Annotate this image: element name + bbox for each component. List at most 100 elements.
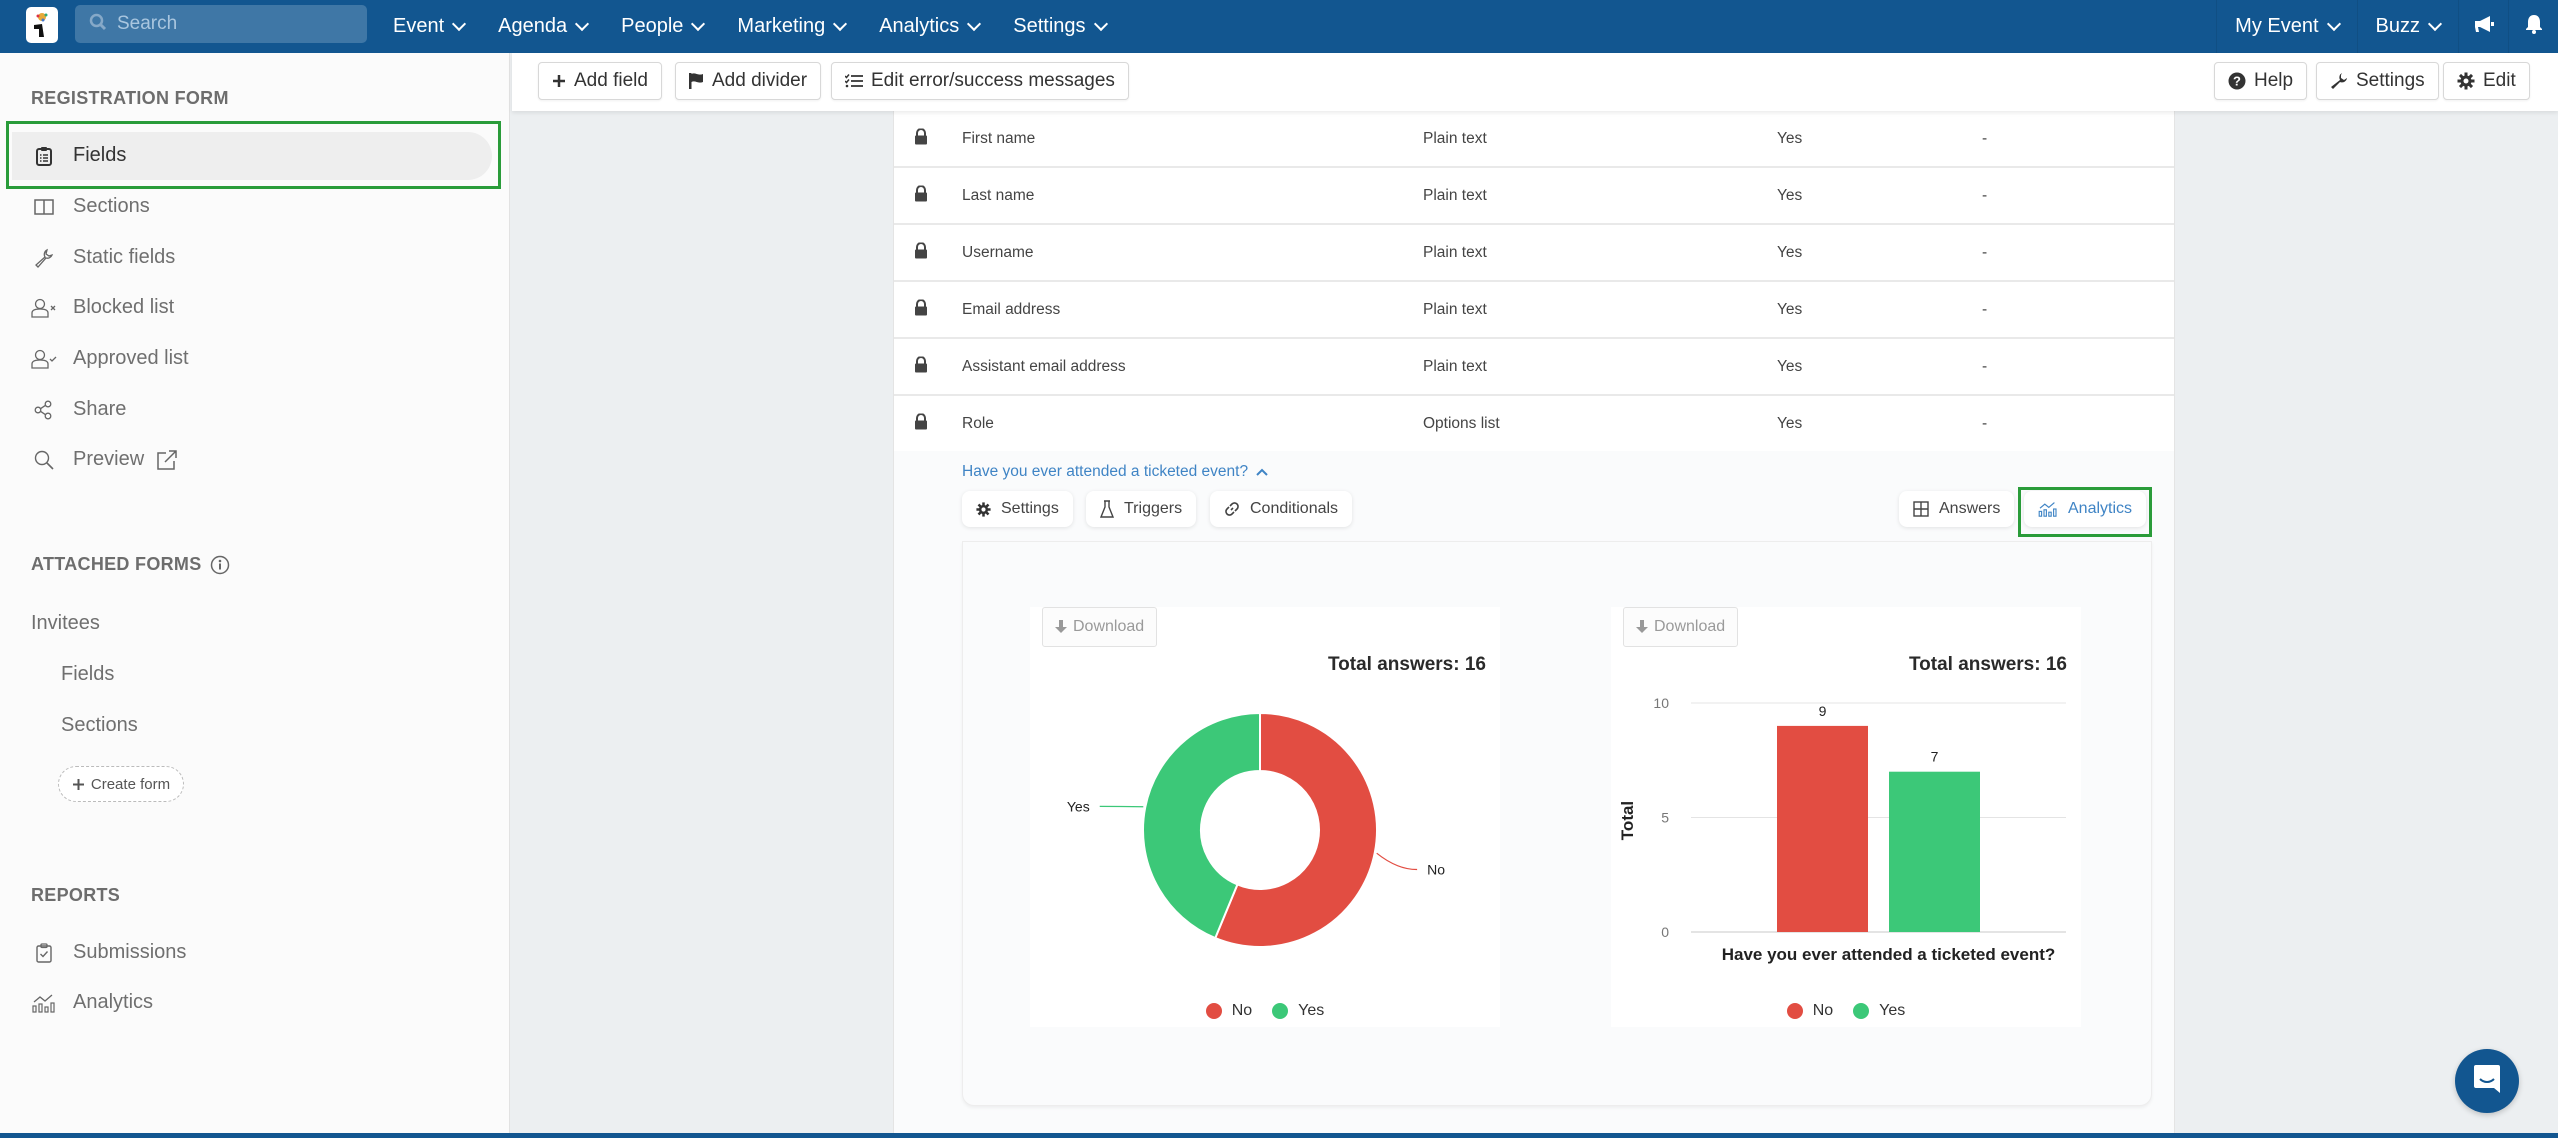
field-name: Last name: [962, 186, 1035, 204]
clipboard-check-icon: [31, 942, 57, 963]
list-check-icon: [845, 74, 863, 88]
create-form-button[interactable]: Create form: [58, 766, 184, 802]
legend-dot-no: [1786, 1003, 1803, 1019]
slice-label: Yes: [1067, 798, 1090, 814]
fields-panel: First name Plain text Yes - Last name Plain t…: [893, 111, 2175, 1133]
app-logo[interactable]: [26, 7, 58, 43]
table-row[interactable]: Username Plain text Yes -: [894, 225, 2174, 282]
field-name: Email address: [962, 300, 1061, 318]
tab-label: Settings: [1001, 500, 1059, 517]
add-field-button[interactable]: Add field: [538, 62, 662, 100]
wrench-icon: [31, 248, 57, 268]
sidebar-item-approved-list[interactable]: Approved list: [31, 347, 189, 370]
search-input[interactable]: [117, 13, 337, 35]
registration-form-heading: REGISTRATION FORM: [31, 88, 229, 108]
attached-form-invitees[interactable]: Invitees: [31, 612, 100, 635]
bar-value-label: 9: [1819, 703, 1827, 719]
nav-label: Analytics: [879, 15, 960, 37]
field-extra: -: [1982, 414, 1988, 432]
table-row[interactable]: First name Plain text Yes -: [894, 111, 2174, 168]
sidebar-item-analytics[interactable]: Analytics: [31, 991, 153, 1014]
legend-item-no[interactable]: No: [1786, 1002, 1834, 1020]
add-field-label: Add field: [574, 70, 648, 91]
top-navigation: Event Agenda People Marketing Analytics …: [0, 0, 2558, 53]
attached-form-label: Invitees: [31, 612, 100, 634]
sidebar-item-fields[interactable]: Fields: [31, 144, 126, 167]
info-icon[interactable]: [210, 555, 230, 575]
field-name: First name: [962, 129, 1036, 147]
nav-marketing[interactable]: Marketing: [737, 15, 848, 38]
nav-people[interactable]: People: [621, 15, 706, 38]
announcements-button[interactable]: [2458, 0, 2508, 53]
question-toggle[interactable]: Have you ever attended a ticketed event?: [962, 463, 1268, 481]
nav-settings[interactable]: Settings: [1013, 15, 1108, 38]
attached-item-fields[interactable]: Fields: [61, 663, 114, 686]
attached-item-sections[interactable]: Sections: [61, 714, 138, 737]
sidebar-item-sections[interactable]: Sections: [31, 195, 150, 218]
flask-icon: [1100, 500, 1114, 518]
lock-icon: [914, 412, 928, 434]
nav-analytics[interactable]: Analytics: [879, 15, 982, 38]
table-row[interactable]: Email address Plain text Yes -: [894, 282, 2174, 339]
reports-heading: REPORTS: [31, 885, 121, 905]
y-tick-label: 5: [1661, 810, 1669, 826]
sidebar-item-submissions[interactable]: Submissions: [31, 941, 186, 964]
help-button[interactable]: ? Help: [2214, 62, 2308, 100]
edit-button[interactable]: Edit: [2443, 62, 2530, 100]
chat-support-button[interactable]: [2455, 1049, 2519, 1113]
edit-messages-label: Edit error/success messages: [871, 70, 1115, 91]
question-title: Have you ever attended a ticketed event?: [962, 463, 1249, 480]
donut-chart: No Yes: [1067, 711, 1445, 948]
tab-conditionals[interactable]: Conditionals: [1210, 491, 1353, 527]
link-icon: [1224, 501, 1240, 517]
field-extra: -: [1982, 243, 1988, 261]
megaphone-icon: [2473, 14, 2495, 40]
buzz-menu[interactable]: Buzz: [2356, 0, 2458, 53]
table-row[interactable]: Role Options list Yes -: [894, 396, 2174, 453]
field-type: Plain text: [1423, 357, 1487, 375]
sidebar-item-static-fields[interactable]: Static fields: [31, 246, 175, 269]
sidebar-item-blocked-list[interactable]: Blocked list: [31, 296, 174, 319]
tab-label: Conditionals: [1250, 500, 1339, 517]
x-axis-label: Have you ever attended a ticketed event?: [1722, 945, 2056, 964]
table-row[interactable]: Last name Plain text Yes -: [894, 168, 2174, 225]
legend-item-yes[interactable]: Yes: [1272, 1002, 1324, 1020]
table-row[interactable]: Assistant email address Plain text Yes -: [894, 339, 2174, 396]
edit-messages-button[interactable]: Edit error/success messages: [831, 62, 1129, 100]
legend-dot-yes: [1272, 1003, 1289, 1019]
search-box[interactable]: [75, 5, 367, 43]
nav-event[interactable]: Event: [393, 15, 467, 38]
svg-text:?: ?: [2233, 74, 2241, 89]
analytics-icon: [31, 993, 57, 1013]
tab-triggers[interactable]: Triggers: [1086, 491, 1197, 527]
tab-settings[interactable]: Settings: [962, 491, 1073, 527]
analytics-charts: Download Total answers: 16 No Yes No Yes …: [962, 541, 2152, 1106]
chevron-down-icon: [833, 16, 848, 31]
chevron-down-icon: [452, 16, 467, 31]
user-x-icon: [31, 298, 57, 318]
search-icon: [31, 450, 57, 470]
tab-answers[interactable]: Answers: [1899, 491, 2015, 527]
field-type: Plain text: [1423, 243, 1487, 261]
sidebar-item-share[interactable]: Share: [31, 398, 126, 421]
edit-label: Edit: [2483, 70, 2516, 91]
sidebar-item-label: Blocked list: [73, 296, 175, 318]
nav-agenda[interactable]: Agenda: [498, 15, 590, 38]
legend-label: No: [1812, 1002, 1834, 1019]
event-switcher[interactable]: My Event: [2216, 0, 2356, 53]
field-type: Plain text: [1423, 129, 1487, 147]
field-type: Plain text: [1423, 300, 1487, 318]
field-name: Username: [962, 243, 1034, 261]
gear-icon: [2457, 72, 2475, 90]
slice-label: No: [1427, 862, 1445, 878]
legend-item-yes[interactable]: Yes: [1853, 1002, 1905, 1020]
legend-item-no[interactable]: No: [1205, 1002, 1252, 1020]
bar-chart-card: Download Total answers: 16 0 5 10 Total 9 7 Ha…: [1611, 607, 2081, 1027]
chart-legend: No Yes: [1030, 1002, 1500, 1020]
sidebar-item-label: Analytics: [73, 991, 154, 1013]
field-required: Yes: [1777, 300, 1803, 318]
settings-button[interactable]: Settings: [2316, 62, 2439, 100]
add-divider-button[interactable]: Add divider: [675, 62, 822, 100]
sidebar-item-preview[interactable]: Preview: [31, 448, 178, 471]
notifications-button[interactable]: [2508, 0, 2558, 53]
